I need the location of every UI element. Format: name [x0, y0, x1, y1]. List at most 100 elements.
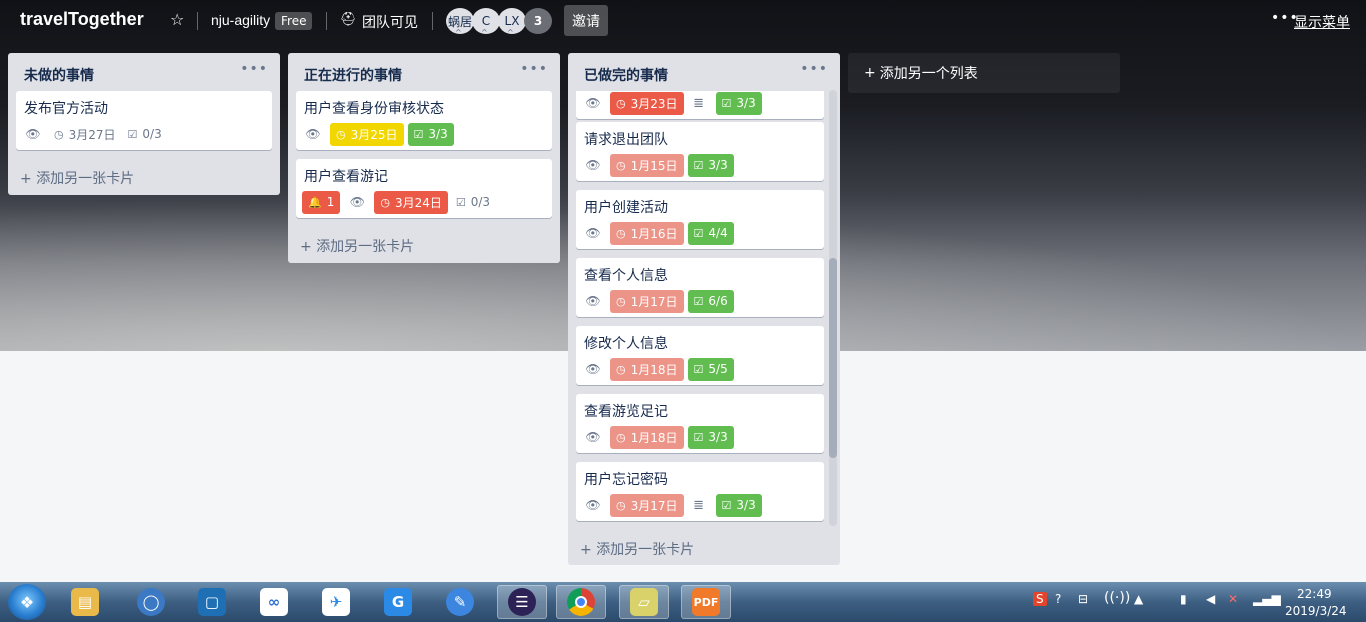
browser-app[interactable]: ◯: [126, 585, 176, 619]
card[interactable]: 用户忘记密码 👁 ◷ 3月17日 ≣ ☑ 3/3: [576, 462, 824, 521]
admin-chevron-icon: ^: [481, 28, 488, 37]
clock-icon: ◷: [616, 430, 626, 444]
add-card-button[interactable]: + 添加另一张卡片: [580, 539, 694, 559]
clock-icon: ◷: [616, 294, 626, 308]
app-3[interactable]: ∞: [249, 585, 299, 619]
network-error-icon[interactable]: ✕: [1228, 592, 1238, 606]
app-6[interactable]: ✎: [435, 585, 485, 619]
volume-icon[interactable]: ◀: [1206, 592, 1215, 606]
eclipse-app[interactable]: ☰: [497, 585, 547, 619]
notes-icon: ▱: [630, 588, 658, 616]
card-title: 用户查看游记: [304, 169, 388, 185]
avatar[interactable]: LX ^: [498, 8, 526, 37]
checkbox-icon: ☑: [693, 158, 704, 172]
card-badges: 👁 ◷ 1月16日 ☑ 4/4: [582, 221, 738, 245]
avatar[interactable]: 蜗居 ^: [446, 8, 474, 37]
list-title[interactable]: 已做完的事情: [584, 65, 668, 85]
visibility-label[interactable]: 团队可见: [362, 12, 418, 32]
card[interactable]: 修改个人信息 👁 ◷ 1月18日 ☑ 5/5: [576, 326, 824, 385]
checkbox-icon: ☑: [455, 195, 466, 209]
card[interactable]: 用户创建活动 👁 ◷ 1月16日 ☑ 4/4: [576, 190, 824, 249]
card[interactable]: 用户查看游记 🔔 1 👁 ◷ 3月24日 ☑ 0/3: [296, 159, 552, 218]
team-visibility-icon[interactable]: ⛑: [340, 12, 357, 27]
card[interactable]: 查看游览足记 👁 ◷ 1月18日 ☑ 3/3: [576, 394, 824, 453]
checklist-count: 5/5: [708, 362, 728, 376]
app-4[interactable]: ✈: [311, 585, 361, 619]
checkbox-icon: ☑: [693, 294, 704, 308]
plan-badge: Free: [275, 12, 313, 30]
app-7[interactable]: ▱: [619, 585, 669, 619]
app-2[interactable]: ▢: [187, 585, 237, 619]
add-list-button[interactable]: + 添加另一个列表: [848, 53, 1120, 93]
app-5[interactable]: G: [373, 585, 423, 619]
avatar-initials: C: [481, 14, 491, 28]
wifi-icon[interactable]: ((·)): [1104, 590, 1130, 606]
divider: [197, 12, 198, 30]
card[interactable]: 发布官方活动 👁 ◷ 3月27日 ☑ 0/3: [16, 91, 272, 150]
checklist-badge: ☑ 0/3: [452, 191, 494, 214]
list-cards-scroll[interactable]: 👁 ◷ 3月23日 ≣ ☑ 3/3 请求退出团队 👁 ◷ 1月15日 ☑ 3/3 用户创…: [568, 91, 840, 527]
checkbox-icon: ☑: [127, 127, 138, 141]
member-count[interactable]: 3: [524, 8, 552, 34]
add-card-button[interactable]: + 添加另一张卡片: [300, 236, 414, 256]
checklist-count: 3/3: [736, 498, 756, 512]
card-badges: 👁 ◷ 3月17日 ≣ ☑ 3/3: [582, 493, 766, 517]
bird-icon: ✈: [322, 588, 350, 616]
card-badges: 👁 ◷ 1月18日 ☑ 5/5: [582, 357, 738, 381]
due-date-badge: ◷ 1月18日: [610, 357, 684, 381]
avatar[interactable]: C ^: [472, 8, 500, 37]
list-title[interactable]: 未做的事情: [24, 65, 94, 85]
list-title[interactable]: 正在进行的事情: [304, 65, 402, 85]
bell-icon: 🔔: [308, 195, 322, 209]
checkbox-icon: ☑: [721, 96, 732, 110]
list-scrollbar[interactable]: [829, 90, 837, 526]
star-icon[interactable]: ☆: [170, 10, 184, 29]
signal-icon[interactable]: ▂▄▆: [1253, 592, 1281, 606]
board-title[interactable]: travelTogether: [20, 9, 144, 30]
add-card-label: 添加另一张卡片: [596, 542, 695, 558]
clock-date[interactable]: 2019/3/24: [1285, 604, 1347, 618]
show-menu-button[interactable]: 显示菜单: [1294, 12, 1350, 32]
cloud-icon: ∞: [260, 588, 288, 616]
watch-icon: 👁: [585, 430, 601, 444]
list-menu-icon[interactable]: •••: [520, 61, 548, 77]
tray-expand-icon[interactable]: ▲: [1134, 592, 1143, 606]
card[interactable]: 👁 ◷ 3月23日 ≣ ☑ 3/3: [576, 91, 824, 119]
due-date: 1月16日: [630, 226, 678, 241]
due-date: 3月23日: [630, 96, 678, 111]
list-menu-icon[interactable]: •••: [800, 61, 828, 77]
list-menu-icon[interactable]: •••: [240, 61, 268, 77]
card-title: 用户查看身份审核状态: [304, 101, 444, 117]
checklist-count: 4/4: [708, 226, 728, 240]
battery-icon[interactable]: ▮: [1180, 592, 1187, 606]
add-card-label: 添加另一张卡片: [316, 239, 415, 255]
card[interactable]: 用户查看身份审核状态 👁 ◷ 3月25日 ☑ 3/3: [296, 91, 552, 150]
clock-time[interactable]: 22:49: [1297, 587, 1332, 601]
team-name[interactable]: nju-agility: [211, 12, 270, 28]
due-date: 1月17日: [630, 294, 678, 309]
card-badges: 👁 ◷ 1月15日 ☑ 3/3: [582, 153, 738, 177]
start-button[interactable]: ❖: [8, 584, 46, 620]
ime-icon[interactable]: S: [1033, 592, 1047, 606]
pdf-app[interactable]: PDF: [681, 585, 731, 619]
checklist-count: 6/6: [708, 294, 728, 308]
help-icon[interactable]: ?: [1055, 592, 1061, 606]
clock-icon: ◷: [616, 226, 626, 240]
add-card-button[interactable]: + 添加另一张卡片: [20, 168, 134, 188]
notification-badge: 🔔 1: [302, 190, 341, 214]
pen-icon: ✎: [446, 588, 474, 616]
folder-icon: ▤: [71, 588, 99, 616]
invite-button[interactable]: 邀请: [564, 5, 608, 36]
scrollbar-thumb[interactable]: [829, 258, 837, 458]
app-icon: G: [384, 588, 412, 616]
card[interactable]: 查看个人信息 👁 ◷ 1月17日 ☑ 6/6: [576, 258, 824, 317]
explorer-app[interactable]: ▤: [60, 585, 110, 619]
card[interactable]: 请求退出团队 👁 ◷ 1月15日 ☑ 3/3: [576, 122, 824, 181]
checkbox-icon: ☑: [693, 430, 704, 444]
browser-icon: ◯: [137, 588, 165, 616]
eclipse-icon: ☰: [508, 588, 536, 616]
tray-icon[interactable]: ⊟: [1078, 592, 1088, 606]
card-title: 用户忘记密码: [584, 472, 668, 488]
chrome-app[interactable]: [556, 585, 606, 619]
due-date: 1月18日: [630, 430, 678, 445]
